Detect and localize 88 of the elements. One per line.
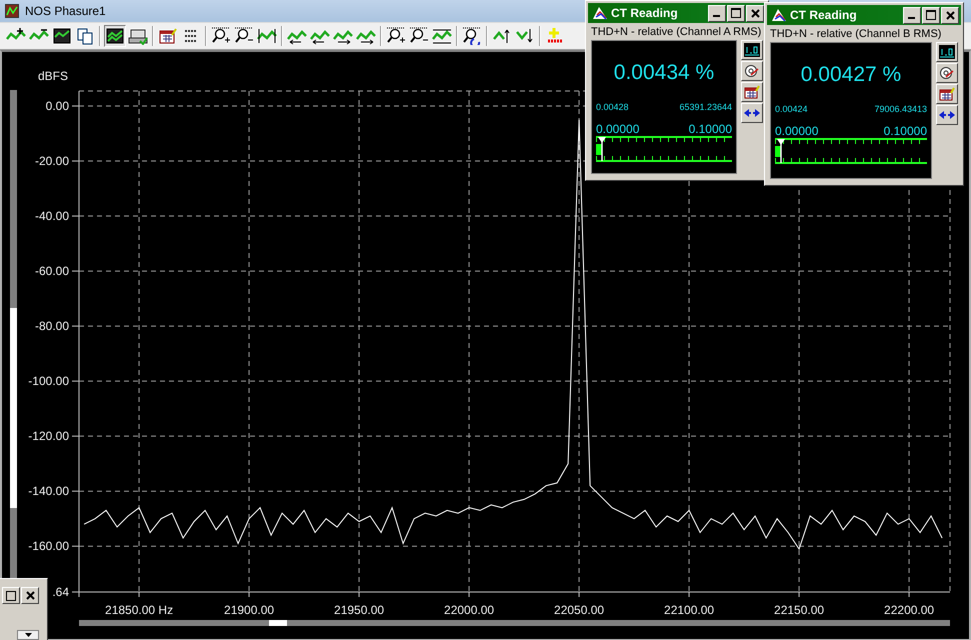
mountain-icon bbox=[592, 6, 608, 20]
tick-label: .64 bbox=[52, 585, 69, 599]
wave-icon bbox=[257, 27, 277, 45]
display-icon bbox=[744, 43, 760, 57]
scale-min-label: 0.00000 bbox=[596, 122, 640, 136]
scale-max-label: 0.10000 bbox=[884, 124, 927, 138]
toolbar-button[interactable] bbox=[104, 25, 126, 47]
gauge-icon bbox=[744, 64, 760, 78]
tick-label: -160.00 bbox=[28, 539, 69, 554]
tick-label: 22200.00 bbox=[884, 603, 934, 617]
calendar-icon bbox=[939, 87, 955, 101]
tick-label: -60.00 bbox=[34, 264, 69, 278]
tick-label: 22100.00 bbox=[664, 603, 714, 617]
close-button[interactable] bbox=[941, 6, 959, 24]
wave-down-arrow-icon bbox=[515, 27, 535, 45]
left-right-arrows-icon bbox=[744, 108, 760, 118]
tick-label: 21850.00 Hz bbox=[105, 603, 174, 617]
zoom-out-icon bbox=[409, 27, 429, 45]
tool-button[interactable] bbox=[936, 42, 958, 62]
tick-label: -40.00 bbox=[34, 209, 69, 224]
maximize-button[interactable] bbox=[922, 6, 940, 24]
mountain-icon bbox=[771, 8, 787, 22]
tick-label: 0.00 bbox=[46, 99, 69, 113]
tool-button[interactable] bbox=[741, 61, 763, 81]
tool-button[interactable] bbox=[741, 40, 763, 60]
reading-count: 79006.43413 bbox=[874, 104, 927, 114]
close-icon bbox=[750, 8, 760, 18]
chart-icon bbox=[52, 27, 72, 45]
window-title: CT Reading bbox=[611, 6, 679, 20]
tool-button[interactable] bbox=[936, 84, 958, 104]
printer-icon bbox=[128, 27, 148, 45]
calendar-icon bbox=[158, 27, 178, 45]
minimize-button[interactable] bbox=[903, 6, 921, 24]
dropdown-field[interactable] bbox=[17, 630, 39, 640]
copy-icon bbox=[75, 27, 95, 45]
tick-label: 22000.00 bbox=[444, 603, 494, 617]
calendar-icon bbox=[744, 85, 760, 99]
close-icon bbox=[26, 591, 34, 600]
reading-min: 0.00428 bbox=[596, 102, 629, 112]
axis-title: dBFS bbox=[38, 69, 68, 83]
maximize-icon bbox=[6, 590, 16, 600]
close-button[interactable] bbox=[746, 4, 764, 22]
reading-count: 65391.23644 bbox=[679, 102, 732, 112]
vertical-scrollbar[interactable] bbox=[10, 90, 17, 578]
tick-label: 21950.00 bbox=[334, 603, 384, 617]
tick-label: -120.00 bbox=[28, 429, 69, 444]
tick-label: 22050.00 bbox=[554, 603, 604, 617]
tool-button[interactable] bbox=[741, 82, 763, 102]
tick-label: 21900.00 bbox=[224, 603, 274, 617]
double-wave-icon bbox=[105, 27, 125, 45]
measurement-label: THD+N - relative (Channel A RMS) bbox=[590, 25, 762, 40]
maximize-icon bbox=[731, 8, 741, 18]
zoom-in-icon bbox=[386, 27, 406, 45]
plus-icon bbox=[545, 27, 565, 45]
tick-label: -20.00 bbox=[34, 154, 69, 168]
gauge-icon bbox=[939, 66, 955, 80]
left-right-arrows-icon bbox=[939, 110, 955, 120]
reading-value: 0.00427 % bbox=[800, 63, 902, 87]
tick-label: -140.00 bbox=[28, 484, 69, 498]
zoom-refresh-icon bbox=[462, 27, 482, 45]
reading-value: 0.00434 % bbox=[612, 61, 716, 85]
zoom-in-icon bbox=[211, 27, 231, 45]
measurement-label: THD+N - relative (Channel B RMS) bbox=[769, 27, 942, 42]
caret-icon bbox=[24, 633, 32, 637]
zoom-out-icon bbox=[234, 27, 254, 45]
tool-button[interactable] bbox=[936, 105, 958, 125]
close-icon bbox=[946, 10, 954, 20]
tick-label: -100.00 bbox=[28, 374, 69, 388]
app-icon bbox=[5, 4, 19, 18]
toolbar-button[interactable] bbox=[461, 25, 483, 47]
window-title: CT Reading bbox=[790, 8, 858, 22]
horizontal-scrollbar[interactable] bbox=[79, 620, 950, 626]
reading-min: 0.00424 bbox=[775, 104, 808, 114]
wave-up-arrow-icon bbox=[492, 27, 512, 45]
display-icon bbox=[939, 45, 955, 59]
tool-button[interactable] bbox=[741, 103, 763, 123]
maximize-button[interactable] bbox=[727, 4, 745, 22]
maximize-button[interactable] bbox=[2, 587, 20, 604]
scale-max-label: 0.10000 bbox=[688, 122, 732, 136]
tick-label: 22150.00 bbox=[774, 603, 824, 617]
maximize-icon bbox=[926, 10, 936, 20]
wave-icon bbox=[432, 27, 452, 45]
scale-min-label: 0.00000 bbox=[775, 124, 818, 138]
close-button[interactable] bbox=[21, 587, 39, 604]
minimize-button[interactable] bbox=[708, 4, 726, 22]
tick-label: -80.00 bbox=[34, 319, 69, 334]
tool-button[interactable] bbox=[936, 63, 958, 83]
window-title: NOS Phasure1 bbox=[25, 4, 106, 18]
